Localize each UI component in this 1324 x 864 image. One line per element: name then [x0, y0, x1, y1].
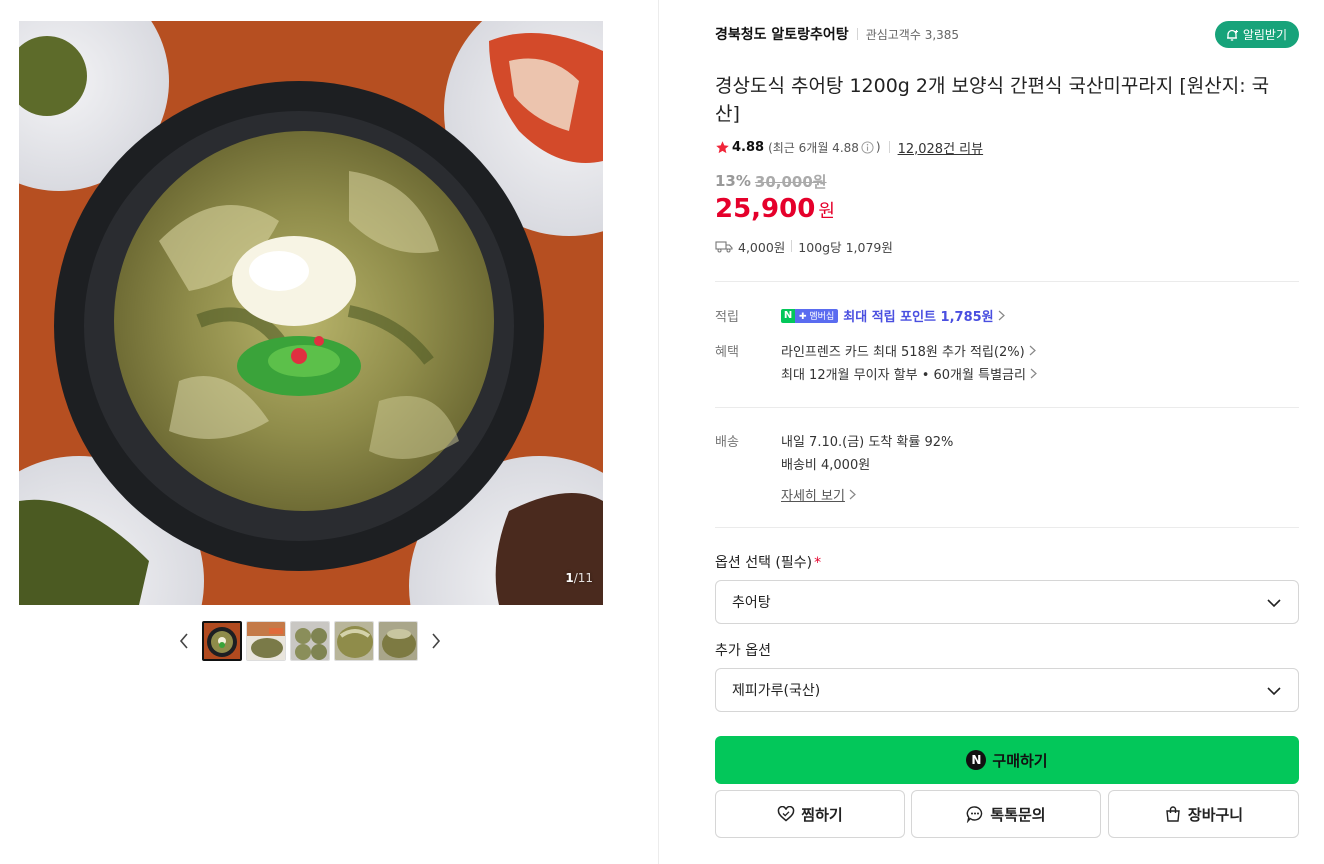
- heart-icon: [778, 806, 795, 822]
- bell-plus-icon: [1226, 29, 1238, 41]
- thumbnail-1[interactable]: [202, 621, 242, 661]
- counter-current: 1: [565, 571, 574, 585]
- cart-label: 장바구니: [1187, 805, 1244, 824]
- product-main-image[interactable]: 1/11: [19, 21, 603, 605]
- delivery-label: 배송: [715, 435, 739, 450]
- installment-line[interactable]: 최대 12개월 무이자 할부 • 60개월 특별금리: [781, 364, 1037, 383]
- delivery-fee-text: 배송비 4,000원: [781, 458, 871, 473]
- wish-label: 찜하기: [801, 805, 843, 824]
- rating-recent: (최근 6개월 4.88: [768, 140, 859, 155]
- membership-badge-label: ✚ 멤버십: [795, 308, 839, 323]
- thumbnail-4[interactable]: [334, 621, 374, 661]
- chevron-right-icon: [849, 489, 856, 500]
- alarm-label: 알림받기: [1242, 28, 1287, 42]
- divider: [888, 141, 890, 153]
- extra-option-value: 제피가루(국산): [732, 683, 821, 699]
- thumb-prev-button[interactable]: [172, 620, 196, 662]
- card-benefit-text: 라인프렌즈 카드 최대 518원 추가 적립(2%): [781, 345, 1025, 360]
- extra-option-label: 추가 옵션: [715, 643, 771, 659]
- option-select-label-text: 옵션 선택 (필수): [715, 555, 813, 571]
- arrival-line: 내일 7.10.(금) 도착 확률 92%: [781, 431, 953, 450]
- talk-label: 톡톡문의: [990, 805, 1046, 824]
- interest-count: 관심고객수 3,385: [865, 27, 960, 42]
- delivery-detail-link[interactable]: 자세히 보기: [781, 485, 845, 504]
- rating-row: 4.88 (최근 6개월 4.88 ) 12,028건 리뷰: [715, 136, 983, 158]
- buy-button[interactable]: N 구매하기: [715, 736, 1299, 784]
- divider: [791, 240, 793, 252]
- naver-pay-icon: N: [966, 750, 987, 770]
- chevron-down-icon: [1266, 683, 1282, 703]
- thumb-image-3: [291, 622, 329, 660]
- column-divider: [658, 0, 659, 864]
- chevron-right-icon: [1030, 368, 1037, 379]
- thumbnail-5[interactable]: [378, 621, 418, 661]
- chevron-right-icon: [998, 310, 1005, 321]
- option-select-dropdown[interactable]: 추어탕: [715, 580, 1299, 624]
- thumbnail-strip: [172, 620, 448, 662]
- chat-bubble-icon: [967, 806, 983, 823]
- chevron-right-icon: [1029, 345, 1036, 356]
- wish-button[interactable]: 찜하기: [715, 790, 905, 838]
- thumbnail-2[interactable]: [246, 621, 286, 661]
- delivery-fee-line: 배송비 4,000원: [781, 454, 870, 473]
- unit-price: 100g당 1,079원: [798, 239, 893, 255]
- delivery-detail-line[interactable]: 자세히 보기: [781, 485, 856, 504]
- discount-rate: 13%: [715, 172, 751, 190]
- shipping-row: 4,000원 100g당 1,079원: [715, 236, 893, 256]
- thumb-image-1: [204, 623, 240, 659]
- extra-option-dropdown[interactable]: 제피가루(국산): [715, 668, 1299, 712]
- product-gallery: 1/11: [0, 0, 658, 864]
- chevron-down-icon: [1266, 595, 1282, 615]
- shopping-bag-icon: [1166, 806, 1180, 822]
- section-divider: [715, 407, 1299, 408]
- discount-row: 13% 30,000원: [715, 170, 827, 192]
- section-divider: [715, 527, 1299, 528]
- thumb-next-button[interactable]: [424, 620, 448, 662]
- rating-recent-close: ): [875, 140, 881, 154]
- point-line[interactable]: N ✚ 멤버십 최대 적립 포인트 1,785원: [781, 306, 1005, 325]
- max-point-text: 최대 적립 포인트 1,785원: [843, 310, 994, 325]
- point-label: 적립: [715, 310, 739, 325]
- option-select-value: 추어탕: [732, 595, 771, 611]
- option-select-label: 옵션 선택 (필수) *: [715, 552, 821, 572]
- benefit-label: 혜택: [715, 345, 739, 360]
- alarm-button[interactable]: 알림받기: [1214, 21, 1299, 48]
- card-benefit-line[interactable]: 라인프렌즈 카드 최대 518원 추가 적립(2%): [781, 341, 1036, 360]
- info-icon[interactable]: [861, 140, 874, 154]
- arrival-text: 내일 7.10.(금) 도착 확률 92%: [781, 435, 954, 450]
- section-divider: [715, 281, 1299, 282]
- image-counter: 1/11: [565, 571, 593, 585]
- thumb-image-4: [335, 622, 373, 660]
- naver-n-icon: N: [781, 308, 795, 323]
- review-count-link[interactable]: 12,028건 리뷰: [898, 138, 984, 157]
- thumb-image-5: [379, 622, 417, 660]
- store-row: 경북청도 알토랑추어탕 관심고객수 3,385 알림받기: [715, 20, 1299, 48]
- thumb-image-2: [247, 622, 285, 660]
- product-title: 경상도식 추어탕 1200g 2개 보양식 간편식 국산미꾸라지 [원산지: 국…: [715, 75, 1270, 125]
- truck-icon: [715, 240, 733, 253]
- price-row: 25,900 원: [715, 194, 835, 230]
- cart-button[interactable]: 장바구니: [1108, 790, 1299, 838]
- star-icon: [716, 140, 729, 153]
- chevron-right-icon: [432, 633, 441, 649]
- talk-inquiry-button[interactable]: 톡톡문의: [911, 790, 1101, 838]
- required-mark: *: [814, 555, 822, 571]
- chueotang-photo: [19, 21, 603, 605]
- counter-total: /11: [573, 571, 593, 585]
- divider: [856, 28, 858, 40]
- thumbnail-3[interactable]: [290, 621, 330, 661]
- rating-score: 4.88: [732, 139, 765, 155]
- sale-price: 25,900: [715, 194, 816, 224]
- shipping-fee: 4,000원: [738, 239, 786, 255]
- membership-badge: N ✚ 멤버십: [781, 308, 839, 323]
- installment-text: 최대 12개월 무이자 할부 • 60개월 특별금리: [781, 368, 1026, 383]
- original-price: 30,000원: [754, 172, 827, 191]
- store-name[interactable]: 경북청도 알토랑추어탕: [715, 24, 849, 44]
- chevron-left-icon: [179, 633, 188, 649]
- buy-label: 구매하기: [992, 751, 1048, 770]
- currency: 원: [818, 201, 835, 222]
